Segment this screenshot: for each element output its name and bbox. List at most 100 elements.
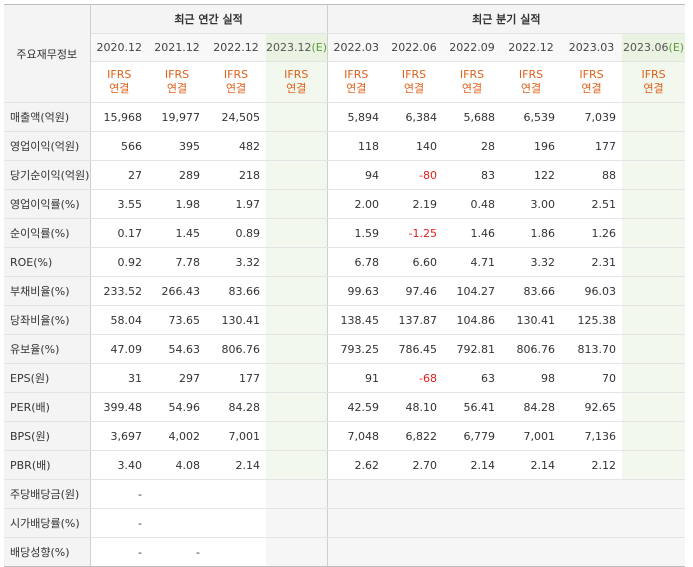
ifrs-consolidated-label: IFRS 연결 <box>148 61 206 103</box>
financial-summary-table: 주요재무정보 최근 연간 실적 최근 분기 실적 2020.12 2021.12 2… <box>4 4 686 567</box>
annual-value-cell: 395 <box>148 131 206 161</box>
quarter-value-cell: 793.25 <box>326 334 386 364</box>
annual-value-cell <box>266 479 328 509</box>
annual-value-cell <box>266 102 328 132</box>
financial-data-body: 매출액(억원) 15,968 19,977 24,505 5,894 6,384 5,688… <box>4 102 686 567</box>
quarter-value-cell: 2.00 <box>326 189 386 219</box>
annual-value-cell: 0.89 <box>206 218 266 248</box>
consolidated-text: 연결 <box>346 82 367 95</box>
table-row: 유보율(%) 47.09 54.63 806.76 793.25 786.45 792.81… <box>4 334 686 364</box>
consolidated-text: 연결 <box>643 82 664 95</box>
quarter-value-cell: 70 <box>561 363 623 393</box>
period-label: 2022.12 <box>213 41 259 54</box>
quarter-value-cell: 7,001 <box>501 421 562 451</box>
quarter-value-cell: 2.19 <box>385 189 444 219</box>
quarter-value-cell <box>326 479 386 509</box>
quarter-value-cell: 91 <box>326 363 386 393</box>
quarter-value-cell <box>326 508 386 538</box>
annual-value-cell: 31 <box>90 363 148 393</box>
annual-value-cell <box>148 479 206 509</box>
period-label: 2022.06 <box>391 41 437 54</box>
annual-period-1: 2021.12 <box>148 33 206 62</box>
estimate-marker: (E) <box>668 41 685 54</box>
table-corner-label: 주요재무정보 <box>4 4 91 103</box>
quarter-value-cell <box>622 247 686 277</box>
consolidated-text: 연결 <box>581 82 602 95</box>
row-label: PER(배) <box>4 392 91 422</box>
row-label: 부채비율(%) <box>4 276 91 306</box>
ifrs-consolidated-label: IFRS 연결 <box>385 61 444 103</box>
quarter-value-cell: 2.14 <box>501 450 562 480</box>
quarter-value-cell <box>622 421 686 451</box>
table-row: EPS(원) 31 297 177 91 -68 63 98 70 <box>4 363 686 393</box>
quarter-value-cell <box>561 479 623 509</box>
ifrs-text: IFRS <box>641 68 666 81</box>
quarter-value-cell: 83 <box>443 160 502 190</box>
quarter-value-cell: 63 <box>443 363 502 393</box>
quarter-value-cell <box>501 479 562 509</box>
quarter-value-cell: -1.25 <box>385 218 444 248</box>
annual-value-cell <box>266 189 328 219</box>
quarter-value-cell: 137.87 <box>385 305 444 335</box>
quarter-value-cell: 6,779 <box>443 421 502 451</box>
ifrs-consolidated-label: IFRS 연결 <box>266 61 328 103</box>
annual-value-cell: 84.28 <box>206 392 266 422</box>
quarter-value-cell: 5,894 <box>326 102 386 132</box>
table-row: 매출액(억원) 15,968 19,977 24,505 5,894 6,384 5,688… <box>4 102 686 132</box>
table-row: PER(배) 399.48 54.96 84.28 42.59 48.10 56.41 84.… <box>4 392 686 422</box>
annual-value-cell: 3.55 <box>90 189 148 219</box>
row-label: 당기순이익(억원) <box>4 160 91 190</box>
quarter-value-cell <box>326 537 386 567</box>
ifrs-consolidated-label: IFRS 연결 <box>501 61 562 103</box>
annual-value-cell <box>266 508 328 538</box>
quarter-value-cell: 125.38 <box>561 305 623 335</box>
annual-value-cell <box>266 450 328 480</box>
annual-value-cell: 7,001 <box>206 421 266 451</box>
row-label: ROE(%) <box>4 247 91 277</box>
annual-value-cell: - <box>90 508 148 538</box>
table-row: 영업이익(억원) 566 395 482 118 140 28 196 177 <box>4 131 686 161</box>
period-label: 2020.12 <box>96 41 143 54</box>
ifrs-consolidated-label: IFRS 연결 <box>326 61 386 103</box>
annual-value-cell: 266.43 <box>148 276 206 306</box>
quarter-value-cell: 6,539 <box>501 102 562 132</box>
consolidated-text: 연결 <box>166 82 188 95</box>
annual-value-cell: 0.92 <box>90 247 148 277</box>
quarter-value-cell: 96.03 <box>561 276 623 306</box>
row-label: 주당배당금(원) <box>4 479 91 509</box>
quarter-value-cell: 1.26 <box>561 218 623 248</box>
quarter-value-cell <box>385 508 444 538</box>
quarter-period-1: 2022.06 <box>385 33 444 62</box>
row-label: 영업이익률(%) <box>4 189 91 219</box>
quarter-value-cell <box>501 508 562 538</box>
quarter-value-cell: 122 <box>501 160 562 190</box>
table-row: 배당성향(%) - - <box>4 537 686 567</box>
annual-value-cell: 3,697 <box>90 421 148 451</box>
table-row: 당좌비율(%) 58.04 73.65 130.41 138.45 137.87 104.8… <box>4 305 686 335</box>
annual-value-cell: 83.66 <box>206 276 266 306</box>
annual-value-cell <box>266 363 328 393</box>
annual-value-cell: 15,968 <box>90 102 148 132</box>
ifrs-text: IFRS <box>579 68 604 81</box>
quarter-value-cell <box>622 537 686 567</box>
quarter-period-2: 2022.09 <box>443 33 502 62</box>
annual-value-cell: 58.04 <box>90 305 148 335</box>
annual-value-cell <box>266 305 328 335</box>
row-label: 당좌비율(%) <box>4 305 91 335</box>
annual-value-cell <box>266 218 328 248</box>
ifrs-consolidated-label: IFRS 연결 <box>90 61 148 103</box>
consolidated-text: 연결 <box>461 82 483 95</box>
annual-value-cell: 806.76 <box>206 334 266 364</box>
quarter-period-4: 2023.03 <box>561 33 623 62</box>
row-label: 매출액(억원) <box>4 102 91 132</box>
accounting-standard-row: IFRS 연결 IFRS 연결 IFRS 연결 IFRS 연결 IFRS 연결 IFRS 연결 IFRS… <box>4 61 686 103</box>
consolidated-text: 연결 <box>286 82 307 95</box>
annual-value-cell: 1.45 <box>148 218 206 248</box>
annual-results-title: 최근 연간 실적 <box>90 4 328 34</box>
row-label: 시가배당률(%) <box>4 508 91 538</box>
quarter-value-cell <box>385 537 444 567</box>
consolidated-text: 연결 <box>109 82 130 95</box>
annual-value-cell: 3.32 <box>206 247 266 277</box>
annual-value-cell: 218 <box>206 160 266 190</box>
quarter-value-cell: 3.32 <box>501 247 562 277</box>
